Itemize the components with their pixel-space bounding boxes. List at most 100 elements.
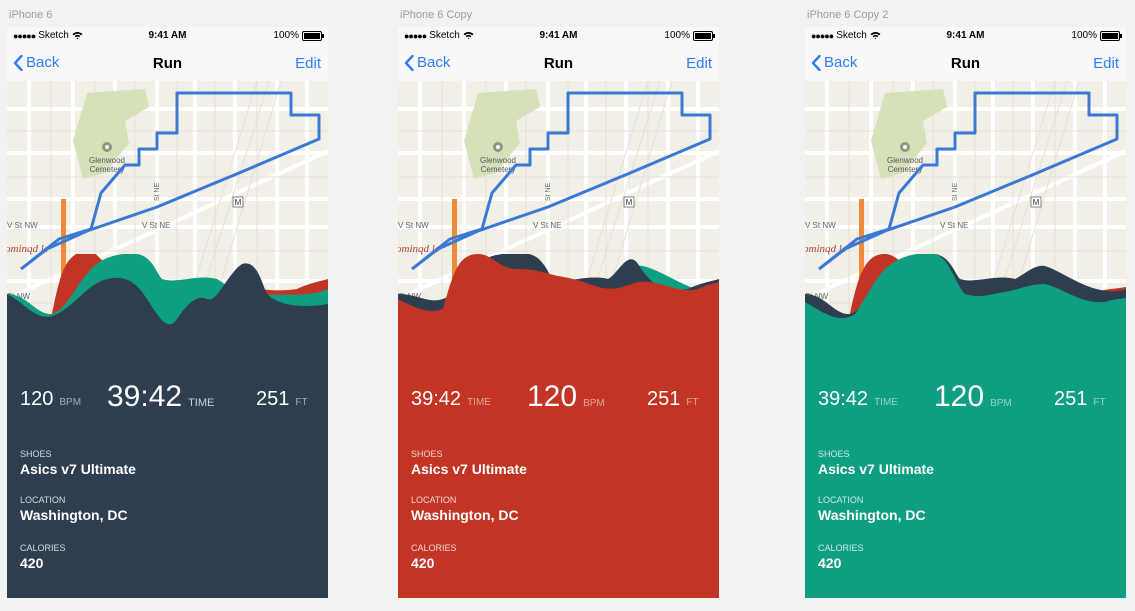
stat-value: 120 — [20, 388, 54, 410]
stat-value: 39:42 — [411, 388, 462, 410]
artboard-label: iPhone 6 Copy 2 — [807, 9, 889, 21]
battery-percent: 100% — [273, 30, 299, 41]
artboard-label: iPhone 6 Copy — [400, 9, 473, 21]
map-label: V St NE — [533, 221, 561, 230]
shoes-value: Asics v7 Ultimate — [818, 461, 934, 477]
stat-unit: FT — [1093, 397, 1106, 408]
navigation-bar: Back Run Edit — [805, 47, 1126, 82]
navigation-bar: Back Run Edit — [398, 47, 719, 82]
stat-time: 39:42 TIME — [818, 388, 898, 411]
stat-unit: BPM — [990, 398, 1012, 409]
stat-heart-rate: 120 BPM — [527, 380, 605, 414]
location-info: LOCATION Washington, DC — [411, 495, 519, 523]
status-bar: ●●●●● Sketch 9:41 AM 100% — [805, 27, 1126, 47]
shoes-value: Asics v7 Ultimate — [20, 461, 136, 477]
stat-unit: TIME — [188, 397, 215, 409]
stat-time: 39:42 TIME — [411, 388, 491, 411]
chevron-left-icon — [811, 54, 821, 71]
edit-button[interactable]: Edit — [1093, 55, 1119, 72]
stat-value: 251 — [256, 388, 290, 410]
battery-icon — [1100, 30, 1122, 41]
metro-icon: M — [626, 198, 633, 207]
status-bar: ●●●●● Sketch 9:41 AM 100% — [398, 27, 719, 47]
stat-value: 39:42 — [818, 388, 869, 410]
phone-screen: ●●●●● Sketch 9:41 AM 100% Back Run Edit — [805, 27, 1126, 598]
stat-elevation: 251 FT — [647, 388, 699, 411]
status-bar: ●●●●● Sketch 9:41 AM 100% — [7, 27, 328, 47]
map-label: St NE — [545, 182, 552, 201]
shoes-label: SHOES — [411, 449, 443, 459]
calories-label: CALORIES — [818, 543, 864, 553]
map-label: V St NW — [805, 221, 836, 230]
phone-screen: ●●●●● Sketch 9:41 AM 100% Back Run Edit — [398, 27, 719, 598]
location-value: Washington, DC — [411, 507, 519, 523]
run-summary-panel: 120 BPM 39:42 TIME 251 FT SHOES Asics v7… — [7, 332, 328, 598]
map-label: Glenwood — [480, 156, 516, 165]
calories-value: 420 — [20, 555, 44, 571]
stat-unit: TIME — [874, 397, 898, 408]
back-button[interactable]: Back — [404, 54, 450, 71]
stat-value: 120 — [527, 380, 578, 413]
stat-heart-rate: 120 BPM — [20, 388, 81, 411]
shoes-value: Asics v7 Ultimate — [411, 461, 527, 477]
edit-button[interactable]: Edit — [295, 55, 321, 72]
stat-unit: BPM — [59, 397, 82, 408]
stat-value: 39:42 — [107, 380, 183, 413]
stat-unit: TIME — [467, 397, 491, 408]
map-label: St NE — [154, 182, 161, 201]
calories-info: CALORIES 420 — [20, 543, 66, 571]
metro-icon: M — [235, 198, 242, 207]
navigation-bar: Back Run Edit — [7, 47, 328, 82]
location-value: Washington, DC — [20, 507, 128, 523]
back-label: Back — [417, 54, 451, 71]
back-button[interactable]: Back — [13, 54, 59, 71]
battery-icon — [693, 30, 715, 41]
calories-label: CALORIES — [20, 543, 66, 553]
battery-icon — [302, 30, 324, 41]
stat-time: 39:42 TIME — [107, 380, 214, 414]
chevron-left-icon — [404, 54, 414, 71]
run-summary-panel: 39:42 TIME 120 BPM 251 FT SHOES Asics v7… — [398, 332, 719, 598]
stat-heart-rate: 120 BPM — [934, 380, 1012, 414]
stat-value: 251 — [647, 388, 681, 410]
map-label: V St NW — [398, 221, 429, 230]
stat-unit: FT — [686, 397, 699, 408]
edit-button[interactable]: Edit — [686, 55, 712, 72]
back-label: Back — [26, 54, 60, 71]
calories-info: CALORIES 420 — [411, 543, 457, 571]
location-label: LOCATION — [818, 495, 864, 505]
run-summary-panel: 39:42 TIME 120 BPM 251 FT SHOES Asics v7… — [805, 332, 1126, 598]
shoes-info: SHOES Asics v7 Ultimate — [20, 449, 136, 477]
back-label: Back — [824, 54, 858, 71]
metro-icon: M — [1033, 198, 1040, 207]
battery-percent: 100% — [664, 30, 690, 41]
stats-row: 39:42 TIME 120 BPM 251 FT — [398, 380, 719, 420]
map-label: V St NE — [940, 221, 968, 230]
shoes-label: SHOES — [818, 449, 850, 459]
chevron-left-icon — [13, 54, 23, 71]
calories-value: 420 — [411, 555, 435, 571]
stat-value: 120 — [934, 380, 985, 413]
stat-unit: BPM — [583, 398, 605, 409]
location-info: LOCATION Washington, DC — [818, 495, 926, 523]
shoes-label: SHOES — [20, 449, 52, 459]
location-info: LOCATION Washington, DC — [20, 495, 128, 523]
stat-elevation: 251 FT — [1054, 388, 1106, 411]
calories-value: 420 — [818, 555, 842, 571]
map-label: Glenwood — [887, 156, 923, 165]
back-button[interactable]: Back — [811, 54, 857, 71]
stat-value: 251 — [1054, 388, 1088, 410]
battery-percent: 100% — [1071, 30, 1097, 41]
shoes-info: SHOES Asics v7 Ultimate — [411, 449, 527, 477]
map-label: Glenwood — [89, 156, 125, 165]
elevation-waves — [398, 254, 719, 334]
artboard-label: iPhone 6 — [9, 9, 53, 21]
map-label: St NE — [952, 182, 959, 201]
map-label: V St NE — [142, 221, 170, 230]
location-value: Washington, DC — [818, 507, 926, 523]
shoes-info: SHOES Asics v7 Ultimate — [818, 449, 934, 477]
stat-elevation: 251 FT — [256, 388, 308, 411]
stat-unit: FT — [295, 397, 308, 408]
stats-row: 120 BPM 39:42 TIME 251 FT — [7, 380, 328, 420]
map-label: V St NW — [7, 221, 38, 230]
